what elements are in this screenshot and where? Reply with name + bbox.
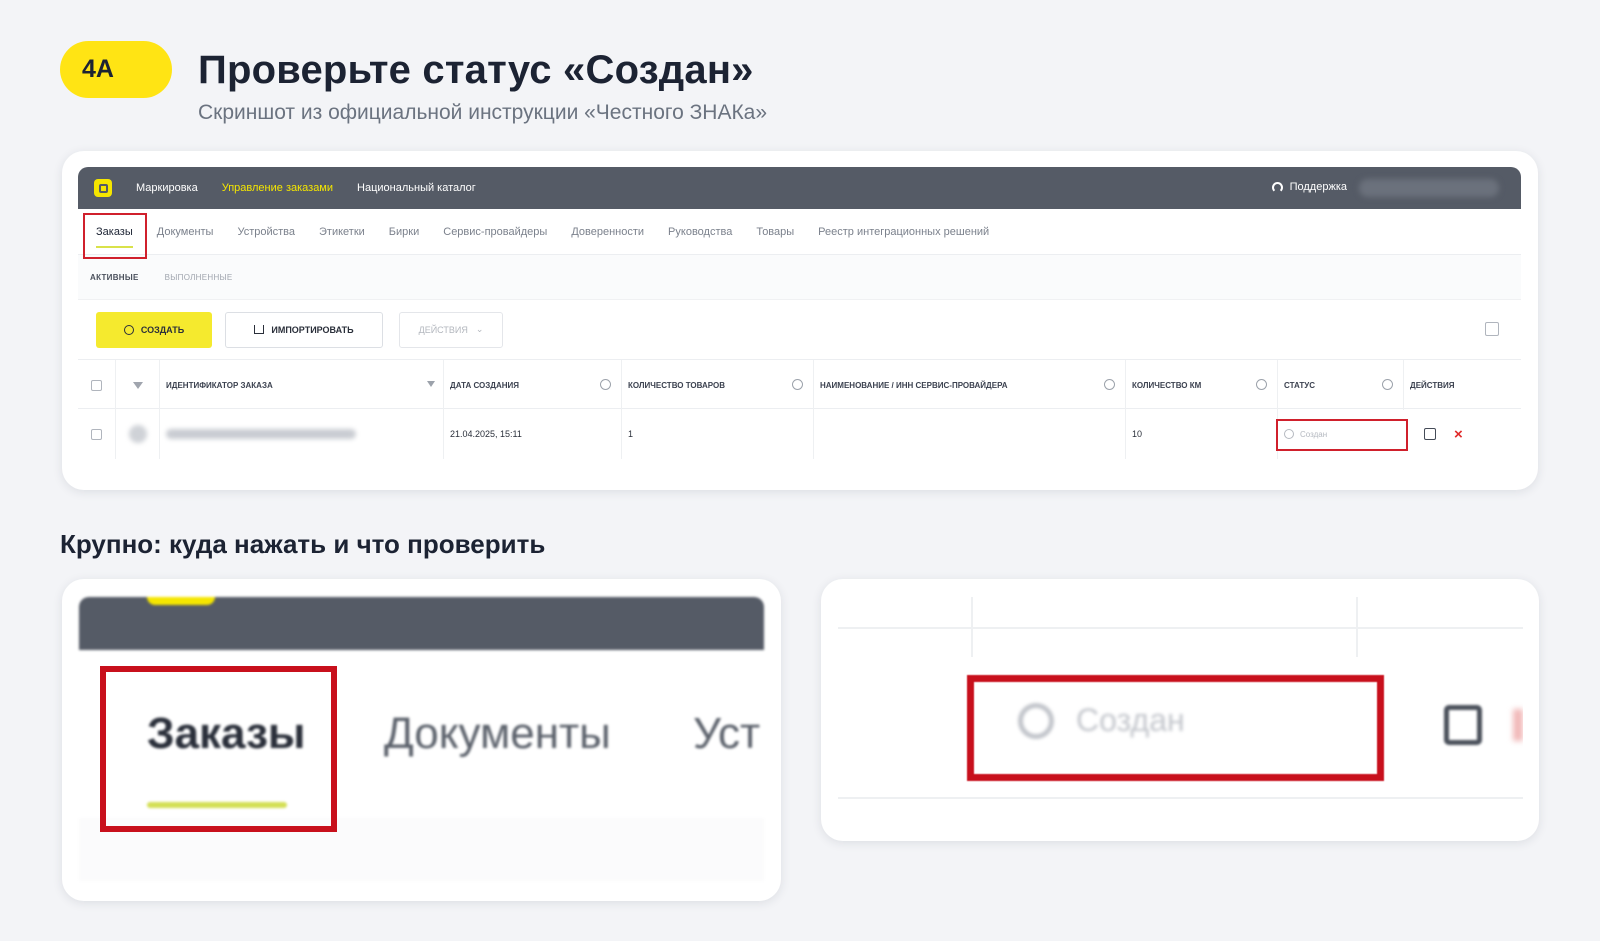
header-provider: НАИМЕНОВАНИЕ / ИНН СЕРВИС-ПРОВАЙДЕРА (820, 380, 1008, 390)
import-button[interactable]: ИМПОРТИРОВАТЬ (225, 311, 383, 348)
zoom-top-bar (79, 597, 764, 650)
filter-icon[interactable] (132, 381, 143, 389)
user-menu[interactable] (1359, 179, 1499, 197)
zoom-status-card: Создан (821, 579, 1539, 841)
zoom-status-highlight (967, 675, 1384, 781)
status-highlight (1276, 419, 1408, 451)
cell-created: 21.04.2025, 15:11 (450, 429, 522, 439)
upload-icon (254, 325, 265, 334)
tab-documents[interactable]: Документы (157, 226, 214, 238)
subtab-active[interactable]: АКТИВНЫЕ (90, 273, 139, 282)
close-icon[interactable]: × (1454, 426, 1463, 443)
header-actions: ДЕЙСТВИЯ (1410, 380, 1455, 390)
topnav-marking[interactable]: Маркировка (136, 182, 198, 194)
plus-circle-icon (123, 324, 134, 335)
filter-icon[interactable] (427, 381, 435, 387)
header-status: СТАТУС (1284, 380, 1315, 390)
close-icon-fragment (1513, 709, 1523, 741)
zoom-logo-fragment (147, 597, 215, 605)
header-order-id: ИДЕНТИФИКАТОР ЗАКАЗА (166, 380, 273, 390)
info-icon[interactable] (792, 379, 803, 390)
cell-goods-count: 1 (628, 429, 634, 439)
support-link[interactable]: Поддержка (1271, 181, 1347, 193)
grid-line (971, 597, 973, 657)
section-heading: Крупно: куда нажать и что проверить (60, 529, 546, 559)
row-avatar (128, 425, 147, 443)
top-bar: Маркировка Управление заказами Националь… (78, 167, 1521, 209)
info-icon[interactable] (1104, 379, 1115, 390)
header-created: ДАТА СОЗДАНИЯ (450, 380, 520, 390)
row-checkbox[interactable] (91, 428, 102, 440)
tab-powers-of-attorney[interactable]: Доверенности (571, 226, 644, 238)
create-button[interactable]: СОЗДАТЬ (96, 311, 212, 348)
grid-line (1356, 597, 1358, 657)
orders-toolbar: СОЗДАТЬ ИМПОРТИРОВАТЬ ДЕЙСТВИЯ ⌄ (78, 299, 1521, 359)
grid-line (838, 797, 1523, 799)
step-badge: 4А (60, 41, 172, 98)
page-subtitle: Скриншот из официальной инструкции «Чест… (198, 101, 768, 124)
orders-tab-highlight (83, 213, 147, 259)
tab-guides[interactable]: Руководства (668, 226, 732, 238)
subtab-completed[interactable]: ВЫПОЛНЕННЫЕ (165, 273, 233, 282)
table-header: ИДЕНТИФИКАТОР ЗАКАЗА ДАТА СОЗДАНИЯ КОЛИЧ… (78, 359, 1521, 410)
document-check-icon[interactable] (1424, 428, 1436, 440)
zoom-tab-devices[interactable]: Уст (693, 709, 760, 759)
topnav-orders-management[interactable]: Управление заказами (222, 182, 333, 194)
cell-km-count: 10 (1132, 429, 1143, 439)
order-id-redacted[interactable] (166, 429, 356, 439)
headset-icon (1271, 181, 1283, 193)
chevron-down-icon: ⌄ (475, 324, 484, 334)
tab-devices[interactable]: Устройства (237, 226, 295, 238)
info-icon[interactable] (1256, 379, 1267, 390)
column-settings-icon[interactable] (1485, 322, 1499, 336)
zoom-status-image: Создан (838, 597, 1523, 822)
tab-goods[interactable]: Товары (756, 226, 794, 238)
logo-icon (94, 179, 112, 197)
zoom-tab-documents[interactable]: Документы (384, 709, 611, 759)
header-km-count: КОЛИЧЕСТВО КМ (1132, 380, 1202, 390)
actions-dropdown[interactable]: ДЕЙСТВИЯ ⌄ (399, 311, 503, 348)
select-all-checkbox[interactable] (91, 379, 102, 391)
grid-line (838, 627, 1523, 629)
support-label: Поддержка (1289, 181, 1347, 193)
order-subtabs: АКТИВНЫЕ ВЫПОЛНЕННЫЕ (78, 255, 1521, 299)
page-title: Проверьте статус «Создан» (198, 48, 754, 92)
app-screenshot: Маркировка Управление заказами Националь… (78, 167, 1521, 474)
zoom-orders-highlight (100, 666, 337, 832)
tab-labels[interactable]: Этикетки (319, 226, 365, 238)
zoom-tabs-card: Заказы Документы Уст (62, 579, 781, 901)
table-row[interactable]: 21.04.2025, 15:11 1 10 Создан × (78, 409, 1521, 459)
header-goods-count: КОЛИЧЕСТВО ТОВАРОВ (628, 380, 726, 390)
section-tabs: Заказы Документы Устройства Этикетки Бир… (78, 209, 1521, 259)
tab-service-providers[interactable]: Сервис-провайдеры (443, 226, 547, 238)
document-check-icon[interactable] (1444, 705, 1482, 745)
tab-tags[interactable]: Бирки (389, 226, 419, 238)
main-screenshot-card: Маркировка Управление заказами Националь… (62, 151, 1538, 490)
tab-integration-registry[interactable]: Реестр интеграционных решений (818, 226, 989, 238)
topnav-national-catalog[interactable]: Национальный каталог (357, 182, 476, 194)
info-icon[interactable] (600, 379, 611, 390)
info-icon[interactable] (1382, 379, 1393, 390)
